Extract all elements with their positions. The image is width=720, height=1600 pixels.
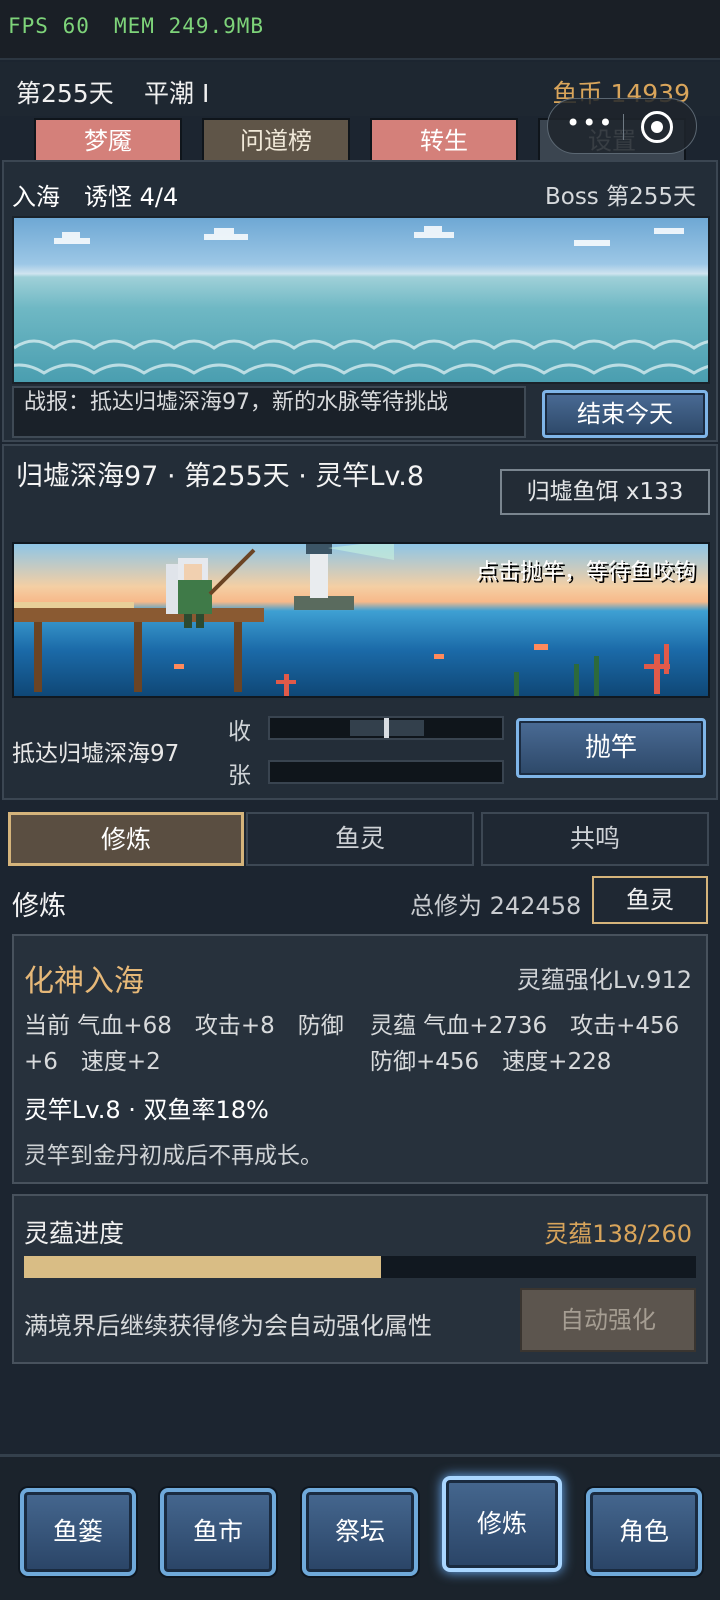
nav-character[interactable]: 角色 (586, 1488, 702, 1576)
tension-label: 张 (228, 763, 251, 789)
subtab-fish-spirit[interactable]: 鱼灵 (246, 812, 474, 866)
progress-fill (24, 1256, 381, 1278)
rod-note: 灵竿到金丹初成后不再成长。 (24, 1143, 323, 1169)
tab-mengyan[interactable]: 梦魇 (34, 118, 182, 160)
lingyun-attributes: 灵蕴 气血+2736 攻击+456 防御+456 速度+228 (370, 1013, 703, 1075)
mem-readout: MEM 249.9MB (114, 14, 265, 38)
rod-stats: 灵竿Lv.8 · 双鱼率18% (24, 1096, 269, 1124)
tab-rebirth[interactable]: 转生 (370, 118, 518, 160)
ocean-scene-art (14, 226, 708, 375)
lingyun-level: 灵蕴强化Lv.912 (516, 966, 692, 994)
miniprogram-capsule: ••• (547, 98, 697, 154)
nav-altar[interactable]: 祭坛 (302, 1488, 418, 1576)
subtab-resonance[interactable]: 共鸣 (481, 812, 709, 866)
capsule-divider (623, 114, 624, 140)
arrival-message: 抵达归墟深海97 (12, 741, 180, 767)
progress-note: 满境界后继续获得修为会自动强化属性 (24, 1312, 432, 1340)
debug-bar: FPS 60 MEM 249.9MB (0, 0, 720, 60)
fishing-scene[interactable]: 点击抛竿，等待鱼咬钩 (12, 542, 710, 698)
ocean-scene-image (12, 216, 710, 384)
reel-marker (384, 718, 389, 738)
fps-readout: FPS 60 (8, 14, 90, 38)
subtab-cultivation[interactable]: 修炼 (8, 812, 244, 866)
nav-cultivation[interactable]: 修炼 (442, 1476, 562, 1572)
progress-bar (24, 1256, 696, 1278)
close-miniprogram-icon[interactable] (641, 111, 673, 143)
boss-day-info: Boss 第255天 (544, 184, 696, 210)
sea-status-title: 入海 诱怪 4/4 (12, 183, 179, 211)
bait-counter[interactable]: 归墟鱼饵 x133 (500, 469, 710, 515)
reel-meter (268, 716, 504, 740)
tab-wendao-ranking[interactable]: 问道榜 (202, 118, 350, 160)
progress-title: 灵蕴进度 (24, 1219, 125, 1248)
progress-count: 灵蕴138/260 (544, 1220, 692, 1248)
section-title: 修炼 (12, 891, 66, 922)
current-attributes: 当前 气血+68 攻击+8 防御+6 速度+2 (24, 1013, 344, 1075)
auto-enhance-button[interactable]: 自动强化 (520, 1288, 696, 1352)
fishing-spot-title: 归墟深海97 · 第255天 · 灵竿Lv.8 (16, 461, 425, 492)
day-counter: 第255天 (16, 79, 114, 108)
reel-label: 收 (228, 719, 251, 745)
nav-fish-basket[interactable]: 鱼篓 (20, 1488, 136, 1576)
realm-name: 化神入海 (24, 964, 144, 999)
total-cultivation: 总修为 242458 (410, 892, 582, 920)
nav-fish-market[interactable]: 鱼市 (160, 1488, 276, 1576)
fish-spirit-button[interactable]: 鱼灵 (592, 876, 708, 924)
battle-report-text: 战报：抵达归墟深海97，新的水脉等待挑战 (24, 390, 448, 415)
fishing-hint: 点击抛竿，等待鱼咬钩 (475, 560, 696, 585)
end-day-button[interactable]: 结束今天 (542, 390, 708, 438)
tension-meter (268, 760, 504, 784)
more-menu-icon[interactable]: ••• (566, 109, 614, 137)
cast-rod-button[interactable]: 抛竿 (516, 718, 706, 778)
battle-report: 战报：抵达归墟深海97，新的水脉等待挑战 (12, 386, 526, 438)
tide-indicator: 平潮 I (144, 79, 210, 108)
